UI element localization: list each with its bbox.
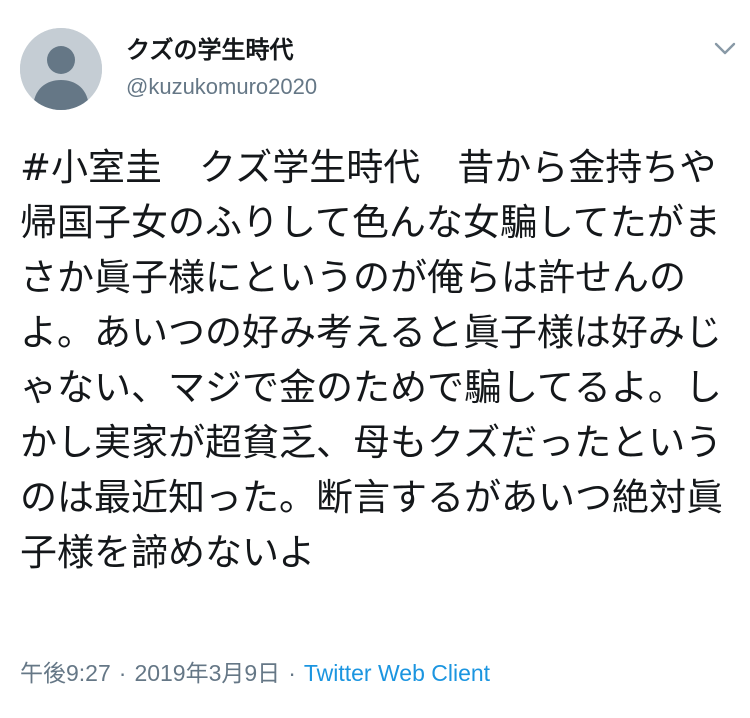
avatar[interactable] bbox=[20, 28, 102, 110]
chevron-down-icon[interactable] bbox=[710, 36, 740, 60]
tweet-client-link[interactable]: Twitter Web Client bbox=[304, 660, 490, 686]
tweet-date[interactable]: 2019年3月9日 bbox=[134, 660, 280, 686]
tweet-card: クズの学生時代 @kuzukomuro2020 #小室圭 クズ学生時代 昔から金… bbox=[0, 0, 750, 718]
display-name[interactable]: クズの学生時代 bbox=[126, 34, 317, 66]
meta-separator: · bbox=[288, 660, 296, 686]
tweet-header: クズの学生時代 @kuzukomuro2020 bbox=[20, 24, 740, 120]
tweet-meta: 午後9:27 · 2019年3月9日 · Twitter Web Client bbox=[20, 656, 490, 690]
tweet-time[interactable]: 午後9:27 bbox=[20, 660, 111, 686]
user-names: クズの学生時代 @kuzukomuro2020 bbox=[126, 34, 317, 102]
default-profile-icon bbox=[20, 28, 102, 110]
user-handle[interactable]: @kuzukomuro2020 bbox=[126, 72, 317, 102]
tweet-text: #小室圭 クズ学生時代 昔から金持ちや帰国子女のふりして色んな女騙してたがまさか… bbox=[20, 146, 723, 574]
meta-separator: · bbox=[118, 660, 127, 686]
